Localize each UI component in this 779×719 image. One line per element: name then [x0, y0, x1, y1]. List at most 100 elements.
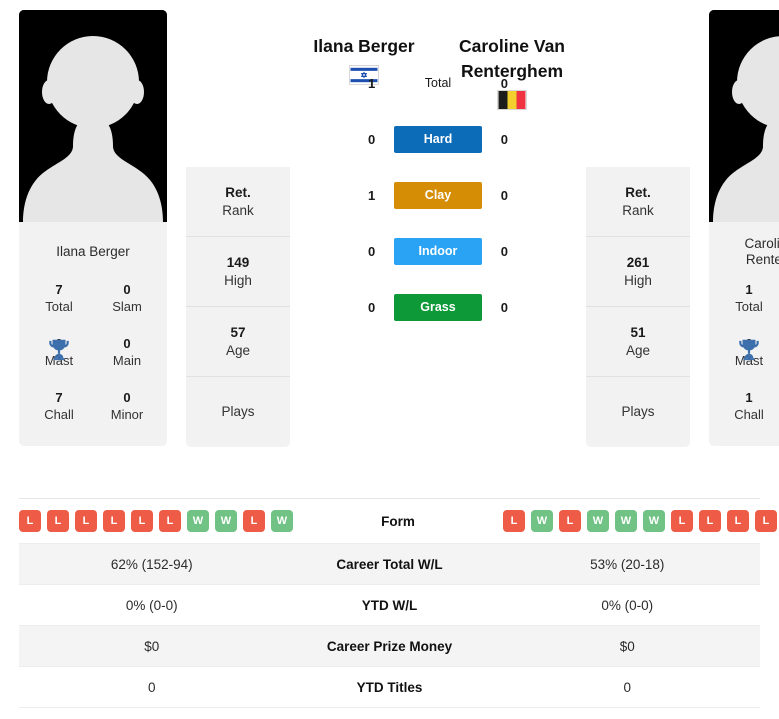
h2h-hard-right-score: 0	[500, 131, 508, 147]
h2h-hard-left-score: 0	[368, 131, 376, 147]
row-label-career-prize: Career Prize Money	[326, 638, 453, 654]
h2h-indoor-left-score: 0	[368, 243, 376, 259]
left-info-retrank: Ret. Rank	[186, 167, 290, 237]
player-comparison-page: Ilana Berger 7 Total 0 Slam 0 Mast 0 Mai…	[0, 0, 779, 719]
row-label-ytd-wl: YTD W/L	[361, 597, 418, 613]
h2h-indoor-bar[interactable]: Indoor	[394, 237, 482, 265]
h2h-row-hard: 0 Hard 0	[290, 124, 586, 154]
table-row-career-prize: $0 Career Prize Money $0	[19, 626, 760, 667]
right-titles-total: 1 Total	[735, 282, 763, 314]
left-info-high: 149 High	[186, 237, 290, 307]
h2h-clay-bar[interactable]: Clay	[394, 181, 482, 209]
form-badge-l[interactable]: L	[19, 510, 41, 532]
right-info-plays: Plays	[586, 377, 690, 447]
table-row-ytd-wl: 0% (0-0) YTD W/L 0% (0-0)	[19, 585, 760, 626]
form-badge-l[interactable]: L	[75, 510, 97, 532]
h2h-row-total: 1 Total 0	[290, 68, 586, 98]
right-titles-chall: 1 Chall	[734, 390, 764, 422]
stats-comparison-table: LLLLLLWWLW Form LWLWWWLLLL 62% (152-94) …	[19, 498, 777, 708]
form-badge-w[interactable]: W	[271, 510, 293, 532]
left-titles-grid: 7 Total 0 Slam 0 Mast 0 Main 7 Chall 0 M…	[25, 272, 161, 432]
right-info-retrank: Ret. Rank	[586, 167, 690, 237]
left-ytd-titles: 0	[147, 679, 156, 695]
form-badge-w[interactable]: W	[615, 510, 637, 532]
right-player-column: Caroline Van Renterghem 1 Total 0 Slam 0…	[709, 10, 779, 446]
form-badge-l[interactable]: L	[159, 510, 181, 532]
row-label-career-wl: Career Total W/L	[336, 556, 443, 572]
left-player-card-name: Ilana Berger	[56, 244, 130, 259]
h2h-row-indoor: 0 Indoor 0	[290, 236, 586, 266]
left-info-plays: Plays	[186, 377, 290, 447]
right-titles-grid: 1 Total 0 Slam 0 Mast	[715, 272, 779, 432]
table-row-ytd-titles: 0 YTD Titles 0	[19, 667, 760, 708]
left-titles-mast: 0 Mast	[44, 336, 74, 368]
left-career-prize: $0	[144, 638, 160, 654]
left-player-column: Ilana Berger 7 Total 0 Slam 0 Mast 0 Mai…	[19, 10, 167, 446]
form-badge-l[interactable]: L	[727, 510, 749, 532]
left-titles-minor: 0 Minor	[110, 390, 144, 422]
right-info-spacer	[586, 10, 690, 167]
h2h-total-right-score: 0	[500, 75, 508, 91]
left-titles-slam: 0 Slam	[112, 282, 142, 314]
comparison-header: Ilana Berger 7 Total 0 Slam 0 Mast 0 Mai…	[0, 0, 779, 490]
right-form-cell: LWLWWWLLLL	[503, 510, 777, 532]
right-titles-mast: 0 Mast	[734, 336, 764, 368]
avatar-placeholder-icon	[709, 10, 779, 222]
h2h-indoor-right-score: 0	[500, 243, 508, 259]
form-badge-l[interactable]: L	[699, 510, 721, 532]
h2h-total-label: Total	[424, 76, 452, 90]
form-badge-l[interactable]: L	[559, 510, 581, 532]
right-player-card-name: Caroline Van Renterghem	[744, 236, 779, 267]
left-info-spacer	[186, 10, 290, 167]
left-player-name[interactable]: Ilana Berger	[290, 10, 438, 59]
right-ytd-wl: 0% (0-0)	[601, 597, 654, 613]
left-info-column: Ret. Rank 149 High 57 Age Plays	[186, 10, 290, 447]
form-badge-l[interactable]: L	[755, 510, 777, 532]
h2h-row-grass: 0 Grass 0	[290, 292, 586, 322]
table-row-career-wl: 62% (152-94) Career Total W/L 53% (20-18…	[19, 544, 760, 585]
h2h-hard-bar[interactable]: Hard	[394, 125, 482, 153]
form-badge-w[interactable]: W	[643, 510, 665, 532]
avatar-placeholder-icon	[19, 10, 167, 222]
right-player-card: Caroline Van Renterghem 1 Total 0 Slam 0…	[709, 222, 779, 446]
left-career-wl: 62% (152-94)	[110, 556, 193, 572]
form-badge-l[interactable]: L	[47, 510, 69, 532]
left-titles-chall: 7 Chall	[44, 390, 74, 422]
form-badge-l[interactable]: L	[503, 510, 525, 532]
right-info-age: 51 Age	[586, 307, 690, 377]
h2h-clay-right-score: 0	[500, 187, 508, 203]
h2h-clay-left-score: 1	[368, 187, 376, 203]
left-titles-main: 0 Main	[112, 336, 142, 368]
form-badge-w[interactable]: W	[215, 510, 237, 532]
form-badge-l[interactable]: L	[103, 510, 125, 532]
left-info-age: 57 Age	[186, 307, 290, 377]
right-career-prize: $0	[619, 638, 635, 654]
form-badge-l[interactable]: L	[131, 510, 153, 532]
form-badge-w[interactable]: W	[531, 510, 553, 532]
form-badge-w[interactable]: W	[187, 510, 209, 532]
form-badge-w[interactable]: W	[587, 510, 609, 532]
left-ytd-wl: 0% (0-0)	[125, 597, 178, 613]
head-to-head-panel: Ilana Berger Caroline Van Renterghem 1 T…	[290, 10, 586, 480]
right-career-wl: 53% (20-18)	[590, 556, 665, 572]
row-label-ytd-titles: YTD Titles	[356, 679, 423, 695]
left-form-cell: LLLLLLWWLW	[19, 510, 293, 532]
left-player-card: Ilana Berger 7 Total 0 Slam 0 Mast 0 Mai…	[19, 222, 167, 446]
left-titles-total: 7 Total	[45, 282, 73, 314]
right-info-column: Ret. Rank 261 High 51 Age Plays	[586, 10, 690, 447]
table-row-form: LLLLLLWWLW Form LWLWWWLLLL	[19, 499, 777, 544]
h2h-grass-right-score: 0	[500, 299, 508, 315]
form-badge-l[interactable]: L	[671, 510, 693, 532]
left-player-photo	[19, 10, 167, 222]
head-to-head-rows: 1 Total 0 0 Hard 0 1 Clay 0 0 Indoor 0 0…	[290, 68, 586, 348]
right-player-photo	[709, 10, 779, 222]
row-label-form: Form	[381, 513, 415, 529]
h2h-row-clay: 1 Clay 0	[290, 180, 586, 210]
form-badge-l[interactable]: L	[243, 510, 265, 532]
left-form-strip: LLLLLLWWLW	[19, 510, 293, 532]
h2h-grass-bar[interactable]: Grass	[394, 293, 482, 321]
right-info-high: 261 High	[586, 237, 690, 307]
h2h-total-left-score: 1	[368, 75, 376, 91]
right-form-strip: LWLWWWLLLL	[503, 510, 777, 532]
h2h-grass-left-score: 0	[368, 299, 376, 315]
